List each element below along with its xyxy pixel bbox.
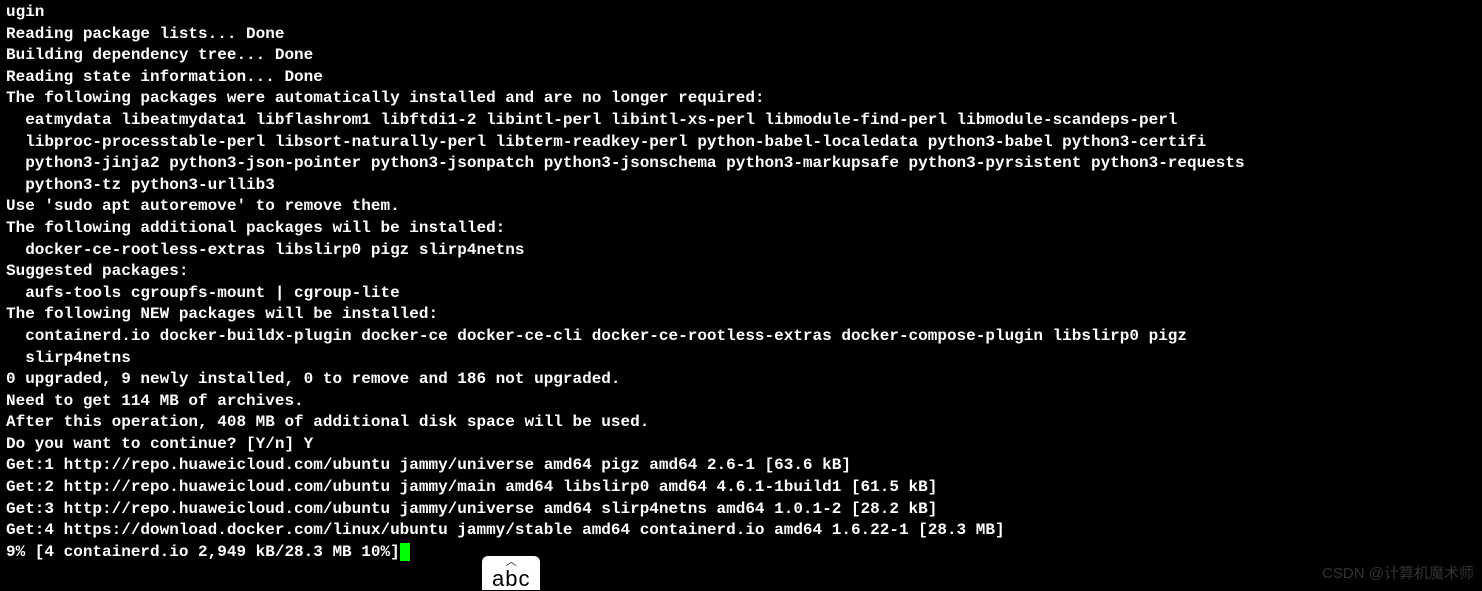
output-line: The following NEW packages will be insta… bbox=[6, 304, 1476, 326]
output-line: python3-jinja2 python3-json-pointer pyth… bbox=[6, 153, 1476, 175]
output-line: ugin bbox=[6, 2, 1476, 24]
output-line: Get:1 http://repo.huaweicloud.com/ubuntu… bbox=[6, 455, 1476, 477]
ime-indicator[interactable]: ︿ abc bbox=[482, 556, 540, 590]
output-line: python3-tz python3-urllib3 bbox=[6, 175, 1476, 197]
cursor-icon bbox=[400, 543, 410, 561]
output-line: The following additional packages will b… bbox=[6, 218, 1476, 240]
progress-line: 9% [4 containerd.io 2,949 kB/28.3 MB 10%… bbox=[6, 542, 1476, 564]
output-line: aufs-tools cgroupfs-mount | cgroup-lite bbox=[6, 283, 1476, 305]
output-line: After this operation, 408 MB of addition… bbox=[6, 412, 1476, 434]
output-line: Use 'sudo apt autoremove' to remove them… bbox=[6, 196, 1476, 218]
output-line: Get:3 http://repo.huaweicloud.com/ubuntu… bbox=[6, 499, 1476, 521]
output-line: slirp4netns bbox=[6, 348, 1476, 370]
output-line: Suggested packages: bbox=[6, 261, 1476, 283]
output-line: Need to get 114 MB of archives. bbox=[6, 391, 1476, 413]
output-line: Do you want to continue? [Y/n] Y bbox=[6, 434, 1476, 456]
output-line: Get:2 http://repo.huaweicloud.com/ubuntu… bbox=[6, 477, 1476, 499]
output-line: eatmydata libeatmydata1 libflashrom1 lib… bbox=[6, 110, 1476, 132]
output-line: Reading state information... Done bbox=[6, 67, 1476, 89]
output-line: 0 upgraded, 9 newly installed, 0 to remo… bbox=[6, 369, 1476, 391]
progress-text: 9% [4 containerd.io 2,949 kB/28.3 MB 10%… bbox=[6, 543, 400, 561]
output-line: libproc-processtable-perl libsort-natura… bbox=[6, 132, 1476, 154]
output-line: docker-ce-rootless-extras libslirp0 pigz… bbox=[6, 240, 1476, 262]
output-line: Get:4 https://download.docker.com/linux/… bbox=[6, 520, 1476, 542]
terminal-output[interactable]: ugin Reading package lists... Done Build… bbox=[6, 2, 1476, 563]
watermark-text: CSDN @计算机魔术师 bbox=[1322, 564, 1474, 584]
output-line: Building dependency tree... Done bbox=[6, 45, 1476, 67]
output-line: Reading package lists... Done bbox=[6, 24, 1476, 46]
output-line: containerd.io docker-buildx-plugin docke… bbox=[6, 326, 1476, 348]
output-line: The following packages were automaticall… bbox=[6, 88, 1476, 110]
ime-mode-label: abc bbox=[490, 568, 532, 590]
